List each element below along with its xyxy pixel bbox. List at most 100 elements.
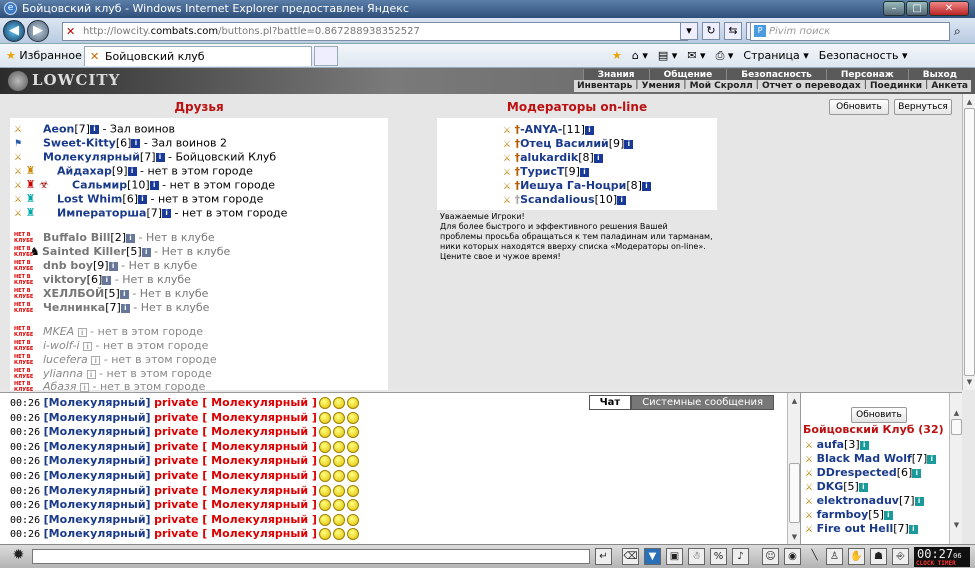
back-arrow-icon[interactable]: ◀ (3, 20, 25, 42)
scroll-up-icon[interactable]: ▲ (964, 96, 975, 108)
chat-message-row[interactable]: 00:26 [Молекулярный] private [ Молекуляр… (10, 454, 359, 468)
smiley-icon[interactable]: ☺ (762, 548, 779, 565)
info-icon[interactable]: i (141, 247, 151, 257)
clear-icon[interactable]: ⌫ (622, 548, 639, 565)
moderator-row[interactable]: ⚔ †ТурисТ[9] i (503, 165, 589, 179)
info-icon[interactable]: i (914, 496, 924, 506)
refresh-icon[interactable]: ↻ (702, 22, 720, 40)
chat-message-row[interactable]: 00:26 [Молекулярный] private [ Молекуляр… (10, 425, 359, 439)
camera-icon[interactable]: ◉ (784, 548, 801, 565)
scroll-up-icon[interactable]: ▲ (789, 395, 800, 407)
friend-row-offline[interactable]: НЕТ В КЛУБЕ ХЕЛЛБОЙ[5] i - Нет в клубе (14, 287, 208, 301)
info-icon[interactable]: i (617, 195, 627, 205)
filter-icon[interactable]: ▼ (644, 548, 661, 565)
page-menu[interactable]: Страница ▾ (743, 49, 808, 63)
gift-icon[interactable]: ☗ (870, 548, 887, 565)
save-log-icon[interactable]: ▣ (666, 548, 683, 565)
moderator-row[interactable]: ⚔ †Отец Василий[9] i (503, 137, 634, 151)
compat-icon[interactable]: ⇆ (724, 22, 742, 40)
info-icon[interactable]: i (91, 355, 101, 365)
forward-arrow-icon[interactable]: ▶ (27, 20, 49, 42)
chat-scrollbar[interactable]: ▲ ▼ (787, 393, 800, 545)
chat-private-text[interactable]: private [ Молекулярный ] (154, 513, 317, 526)
info-icon[interactable]: i (593, 153, 603, 163)
scroll-thumb[interactable] (789, 463, 800, 523)
chat-private-text[interactable]: private [ Молекулярный ] (154, 498, 317, 511)
friend-row-offline[interactable]: НЕТ В КЛУБЕ Челнинка[7] i - Нет в клубе (14, 301, 209, 315)
info-icon[interactable]: i (138, 195, 147, 204)
percent-icon[interactable]: % (710, 548, 727, 565)
chat-sender[interactable]: [Молекулярный] (44, 527, 151, 540)
refresh-online-button[interactable]: Обновить (851, 407, 907, 423)
info-icon[interactable]: i (908, 524, 918, 534)
friend-row-other-city[interactable]: НЕТ В КЛУБЕ i-wolf-i i - нет в этом городе (14, 339, 208, 353)
info-icon[interactable]: i (149, 181, 159, 190)
info-icon[interactable]: i (119, 289, 129, 299)
chat-sender[interactable]: [Молекулярный] (44, 411, 151, 424)
menu-inventory[interactable]: Инвентарь (574, 80, 635, 92)
friend-row-offline[interactable]: НЕТ В КЛУБЕ viktory[6] i - Нет в клубе (14, 273, 191, 287)
info-icon[interactable]: i (126, 233, 135, 243)
info-icon[interactable]: i (83, 341, 93, 351)
chat-private-text[interactable]: private [ Молекулярный ] (154, 411, 317, 424)
tab-combats[interactable]: ✕ Бойцовский клуб (84, 46, 312, 66)
info-icon[interactable]: i (883, 510, 893, 520)
chat-sender[interactable]: [Молекулярный] (44, 498, 151, 511)
chat-message-row[interactable]: 00:26 [Молекулярный] private [ Молекуляр… (10, 469, 359, 483)
chat-private-text[interactable]: private [ Молекулярный ] (154, 425, 317, 438)
chat-sender[interactable]: [Молекулярный] (44, 425, 151, 438)
info-icon[interactable]: i (641, 181, 651, 191)
info-icon[interactable]: i (120, 303, 130, 313)
maximize-button[interactable]: □ (906, 1, 928, 16)
info-icon[interactable]: i (624, 139, 634, 149)
info-icon[interactable]: i (102, 275, 112, 285)
online-row[interactable]: ⚔ DDrespected[6] i (805, 466, 922, 480)
online-row[interactable]: ⚔ elektronaduv[7] i (805, 494, 924, 508)
back-button[interactable]: Вернуться (894, 99, 952, 115)
menu-skills[interactable]: Умения (639, 80, 684, 92)
dropdown-icon[interactable]: ▾ (680, 22, 698, 40)
chat-message-row[interactable]: 00:26 [Молекулярный] private [ Молекуляр… (10, 513, 359, 527)
info-icon[interactable]: i (77, 327, 87, 337)
refresh-button[interactable]: Обновить (829, 99, 889, 115)
info-icon[interactable]: i (80, 382, 90, 392)
close-window-button[interactable]: ✕ (929, 1, 969, 16)
home-icon[interactable]: ⌂ ▾ (632, 49, 648, 63)
friend-row-offline[interactable]: НЕТ В КЛУБЕ Buffalo Bill[2] i - Нет в клубе (14, 231, 215, 245)
friend-row[interactable]: ⚔ ♜ Lost Whim[6] i - нет в этом городе (14, 192, 263, 206)
chat-sender[interactable]: [Молекулярный] (44, 484, 151, 497)
new-tab-button[interactable] (314, 46, 338, 66)
moderator-row[interactable]: ⚔ †alukardik[8] i (503, 151, 603, 165)
bottle-icon[interactable]: ♙ (826, 548, 843, 565)
sound-icon[interactable]: ♪ (732, 548, 749, 565)
search-icon[interactable]: ⌕ (954, 24, 961, 39)
chat-private-text[interactable]: private [ Молекулярный ] (154, 454, 317, 467)
feeds-icon[interactable]: ▤ ▾ (658, 49, 677, 63)
chat-sender[interactable]: [Молекулярный] (44, 440, 151, 453)
chat-message-row[interactable]: 00:26 [Молекулярный] private [ Молекуляр… (10, 396, 359, 410)
chat-message-row[interactable]: 00:26 [Молекулярный] private [ Молекуляр… (10, 484, 359, 498)
minimize-button[interactable]: – (883, 1, 905, 16)
scroll-down-icon[interactable]: ▼ (789, 531, 800, 543)
moderator-row[interactable]: ⚔ †-ANYA-[11] i (503, 123, 594, 137)
friend-row-other-city[interactable]: НЕТ В КЛУБЕ lucefera i - нет в этом городе (14, 353, 217, 367)
chat-private-text[interactable]: private [ Молекулярный ] (154, 396, 317, 409)
chat-message-row[interactable]: 00:26 [Молекулярный] private [ Молекуляр… (10, 440, 359, 454)
chat-message-row[interactable]: 00:26 [Молекулярный] private [ Молекуляр… (10, 498, 359, 512)
menu-transfers[interactable]: Отчет о переводах (759, 80, 864, 92)
chat-message-row[interactable]: 00:26 [Молекулярный] private [ Молекуляр… (10, 411, 359, 425)
search-input[interactable]: P Pivim поиск (750, 22, 950, 41)
hand-icon[interactable]: ✋ (848, 548, 865, 565)
chat-private-text[interactable]: private [ Молекулярный ] (154, 527, 317, 540)
friend-row-other-city[interactable]: НЕТ В КЛУБЕ ylianna i - нет в этом городе (14, 367, 212, 381)
friend-row[interactable]: ⚔ Aeon[7] i - Зал воинов (14, 122, 175, 136)
online-row[interactable]: ⚔ Fire out Hell[7] i (805, 522, 918, 536)
info-icon[interactable]: i (127, 167, 137, 176)
chat-private-text[interactable]: private [ Молекулярный ] (154, 484, 317, 497)
scroll-up-icon[interactable]: ▲ (951, 407, 962, 419)
friend-row-other-city[interactable]: НЕТ В КЛУБЕ MKEA i - нет в этом городе (14, 325, 203, 339)
chat-message-row[interactable]: 00:26 [Молекулярный] private [ Молекуляр… (10, 527, 359, 541)
chat-sender[interactable]: [Молекулярный] (44, 513, 151, 526)
settings-gear-icon[interactable]: ✹ (10, 548, 27, 565)
tab-chat[interactable]: Чат (588, 395, 632, 410)
